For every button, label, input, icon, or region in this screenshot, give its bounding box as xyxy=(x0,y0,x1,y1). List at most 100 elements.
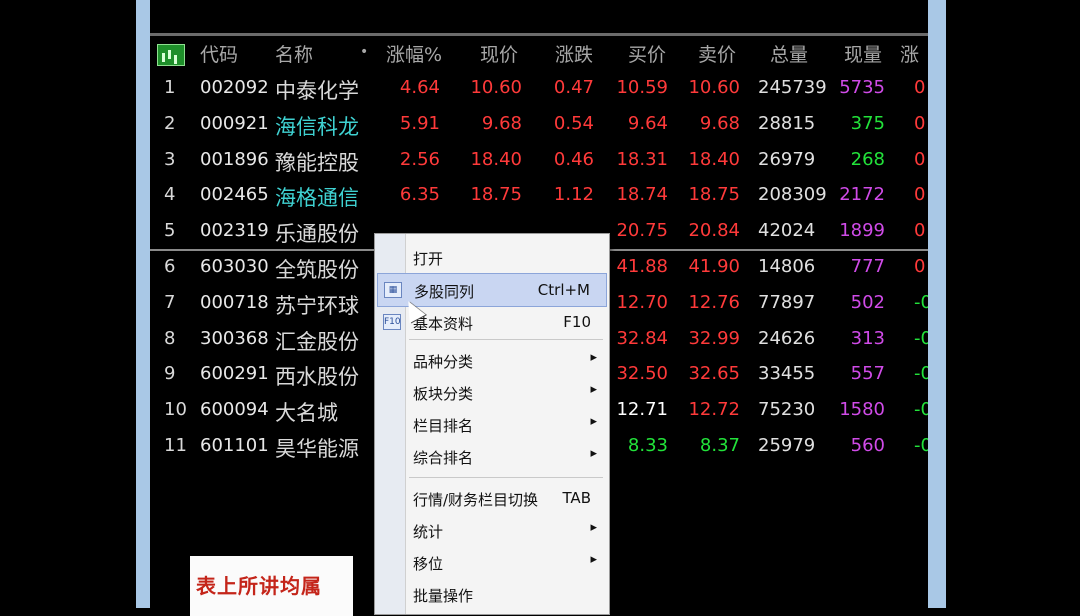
bid-price: 18.31 xyxy=(616,148,668,170)
menu-item-label: 统计 xyxy=(413,523,444,541)
rate-partial: -0 xyxy=(914,435,928,456)
table-row[interactable]: 2 000921 海信科龙 5.91 9.68 0.54 9.64 9.68 28815 375 0 xyxy=(150,108,928,144)
menu-item-label: 综合排名 xyxy=(413,449,474,467)
stock-name: 海信科龙 xyxy=(275,114,359,139)
row-index: 6 xyxy=(164,256,176,277)
volume: 25979 xyxy=(758,435,816,456)
header-change-pct[interactable]: 涨幅% xyxy=(386,40,442,67)
change-pct: 5.91 xyxy=(399,112,440,134)
header-code[interactable]: 代码 xyxy=(200,40,238,67)
stock-code: 600094 xyxy=(200,399,269,421)
table-header: 代码 名称 • 涨幅% 现价 涨跌 买价 卖价 总量 现量 涨 xyxy=(150,36,928,70)
header-name[interactable]: 名称 xyxy=(275,40,313,67)
price: 18.75 xyxy=(470,184,522,206)
ask-price: 8.37 xyxy=(699,435,740,456)
current-volume: 1580 xyxy=(839,399,885,421)
menu-item[interactable]: 移位 ▸ xyxy=(377,546,607,578)
table-row[interactable]: 4 002465 海格通信 6.35 18.75 1.12 18.74 18.75 208309… xyxy=(150,179,928,215)
volume: 75230 xyxy=(758,399,816,421)
row-index: 8 xyxy=(164,327,176,349)
menu-item-label: 板块分类 xyxy=(413,385,474,403)
bid-price: 10.59 xyxy=(616,77,668,98)
current-volume: 375 xyxy=(850,112,885,134)
volume: 77897 xyxy=(758,291,816,313)
header-bid[interactable]: 买价 xyxy=(628,40,666,67)
price: 18.40 xyxy=(470,148,522,170)
stock-code: 002319 xyxy=(200,220,269,242)
bid-price: 9.64 xyxy=(627,112,668,134)
rate-partial: 0 xyxy=(914,184,926,206)
menu-item[interactable]: 批量操作 xyxy=(377,578,607,610)
submenu-arrow-icon: ▸ xyxy=(590,552,597,567)
f10-info-icon: F10 xyxy=(383,314,401,330)
current-volume: 5735 xyxy=(839,77,885,98)
menu-item[interactable]: 栏目排名 ▸ xyxy=(377,408,607,440)
bid-price: 18.74 xyxy=(616,184,668,206)
annotation-note: 表上所讲均属 xyxy=(190,556,353,616)
header-rate[interactable]: 涨 xyxy=(900,40,919,67)
menu-item-label: 栏目排名 xyxy=(413,417,474,435)
menu-item-label: 批量操作 xyxy=(413,587,474,605)
rate-partial: 0 xyxy=(914,256,926,277)
menu-item[interactable]: 打开 xyxy=(377,241,607,273)
change: 0.46 xyxy=(553,148,594,170)
header-price[interactable]: 现价 xyxy=(480,40,518,67)
annotation-text: 表上所讲均属 xyxy=(196,574,322,598)
change-pct: 2.56 xyxy=(399,148,440,170)
row-index: 10 xyxy=(164,399,187,421)
table-row[interactable]: 1 002092 中泰化学 4.64 10.60 0.47 10.59 10.60 245739… xyxy=(150,72,928,108)
menu-separator xyxy=(409,339,603,340)
price: 9.68 xyxy=(481,112,522,134)
price: 10.60 xyxy=(470,77,522,98)
bid-price: 8.33 xyxy=(627,435,668,456)
rate-partial: 0 xyxy=(914,220,926,242)
current-volume: 313 xyxy=(850,327,885,349)
row-index: 7 xyxy=(164,291,176,313)
menu-item-label: 多股同列 xyxy=(414,283,475,301)
menu-item-label: 移位 xyxy=(413,555,444,573)
stock-name: 大名城 xyxy=(275,401,338,426)
header-ask[interactable]: 卖价 xyxy=(698,40,736,67)
header-change[interactable]: 涨跌 xyxy=(555,40,593,67)
stock-code: 002092 xyxy=(200,77,269,98)
menu-item-shortcut: F10 xyxy=(563,313,591,331)
header-volume[interactable]: 总量 xyxy=(770,40,808,67)
grid-icon: ▦ xyxy=(384,282,402,298)
change-pct: 4.64 xyxy=(399,77,440,98)
volume: 28815 xyxy=(758,112,816,134)
row-index: 2 xyxy=(164,112,176,134)
menu-item[interactable]: 综合排名 ▸ xyxy=(377,440,607,472)
change: 0.47 xyxy=(553,77,594,98)
bid-price: 12.70 xyxy=(616,291,668,313)
ask-price: 12.76 xyxy=(688,291,740,313)
bid-price: 32.84 xyxy=(616,327,668,349)
ask-price: 18.40 xyxy=(688,148,740,170)
menu-item[interactable]: 板块分类 ▸ xyxy=(377,376,607,408)
stock-code: 601101 xyxy=(200,435,269,456)
row-index: 5 xyxy=(164,220,176,242)
rate-partial: -0 xyxy=(914,363,928,385)
ask-price: 41.90 xyxy=(688,256,740,277)
rate-partial: -0 xyxy=(914,399,928,421)
volume: 245739 xyxy=(758,77,827,98)
stock-code: 000718 xyxy=(200,291,269,313)
header-current-volume[interactable]: 现量 xyxy=(844,40,882,67)
row-index: 1 xyxy=(164,77,176,98)
menu-item[interactable]: 统计 ▸ xyxy=(377,514,607,546)
current-volume: 2172 xyxy=(839,184,885,206)
current-volume: 560 xyxy=(850,435,885,456)
menu-item[interactable]: 品种分类 ▸ xyxy=(377,344,607,376)
menu-item[interactable]: 行情/财务栏目切换 TAB xyxy=(377,482,607,514)
change: 1.12 xyxy=(553,184,594,206)
table-row[interactable]: 3 001896 豫能控股 2.56 18.40 0.46 18.31 18.40 26979 2… xyxy=(150,144,928,180)
stock-name: 汇金股份 xyxy=(275,329,359,354)
rate-partial: -0 xyxy=(914,291,928,313)
ask-price: 20.84 xyxy=(688,220,740,242)
row-index: 4 xyxy=(164,184,176,206)
chart-toggle-icon[interactable] xyxy=(157,44,185,66)
submenu-arrow-icon: ▸ xyxy=(590,446,597,461)
submenu-arrow-icon: ▸ xyxy=(590,414,597,429)
row-index: 3 xyxy=(164,148,176,170)
menu-item-shortcut: TAB xyxy=(562,489,591,507)
menu-item-label: 行情/财务栏目切换 xyxy=(413,491,539,509)
